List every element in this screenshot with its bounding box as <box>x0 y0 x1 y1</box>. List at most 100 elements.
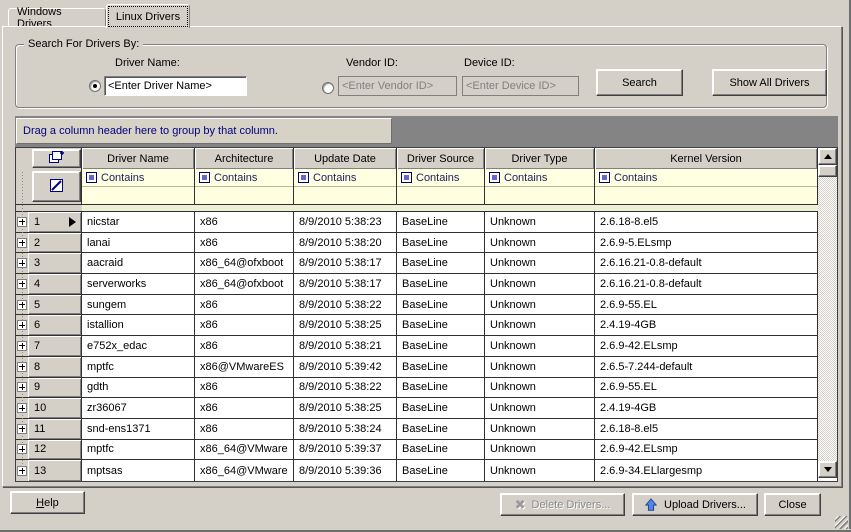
cell-driver-type[interactable]: Unknown <box>485 440 595 460</box>
search-button[interactable]: Search <box>596 69 683 96</box>
filter-input-update-date[interactable] <box>294 187 396 204</box>
column-header-kernel-version[interactable]: Kernel Version <box>595 148 818 169</box>
cell-kernel-version[interactable]: 2.6.16.21-0.8-default <box>595 253 818 273</box>
plus-box-icon[interactable] <box>17 238 27 248</box>
row-header[interactable]: 4 <box>28 274 82 294</box>
upload-drivers-button[interactable]: Upload Drivers... <box>632 493 758 516</box>
table-row[interactable]: 12mptfcx86_64@VMware8/9/2010 5:39:37Base… <box>16 440 837 461</box>
cell-driver-source[interactable]: BaseLine <box>397 336 485 356</box>
filter-condition-kernel-version[interactable]: Contains <box>595 169 817 187</box>
cell-driver-type[interactable]: Unknown <box>485 274 595 294</box>
filter-input-driver-source[interactable] <box>397 187 484 204</box>
cell-architecture[interactable]: x86_64@VMware <box>195 460 294 481</box>
cell-kernel-version[interactable]: 2.6.9-34.ELlargesmp <box>595 460 818 481</box>
cell-update-date[interactable]: 8/9/2010 5:38:20 <box>294 233 397 253</box>
filter-condition-update-date[interactable]: Contains <box>294 169 396 187</box>
cell-architecture[interactable]: x86_64@ofxboot <box>195 274 294 294</box>
cell-update-date[interactable]: 8/9/2010 5:38:23 <box>294 212 397 232</box>
table-row[interactable]: 3aacraidx86_64@ofxboot8/9/2010 5:38:17Ba… <box>16 253 837 274</box>
cell-update-date[interactable]: 8/9/2010 5:38:25 <box>294 398 397 418</box>
cell-driver-name[interactable]: mptfc <box>82 357 195 377</box>
cell-driver-source[interactable]: BaseLine <box>397 378 485 398</box>
plus-box-icon[interactable] <box>17 362 27 372</box>
filter-condition-square-icon[interactable] <box>401 172 412 183</box>
plus-box-icon[interactable] <box>17 444 27 454</box>
cell-driver-name[interactable]: zr36067 <box>82 398 195 418</box>
cell-driver-name[interactable]: serverworks <box>82 274 195 294</box>
cell-update-date[interactable]: 8/9/2010 5:38:22 <box>294 295 397 315</box>
filter-condition-driver-source[interactable]: Contains <box>397 169 484 187</box>
table-row[interactable]: 10zr36067x868/9/2010 5:38:25BaseLineUnkn… <box>16 398 837 419</box>
cell-kernel-version[interactable]: 2.4.19-4GB <box>595 398 818 418</box>
table-row[interactable]: 4serverworksx86_64@ofxboot8/9/2010 5:38:… <box>16 274 837 295</box>
row-header[interactable]: 6 <box>28 315 82 335</box>
cell-architecture[interactable]: x86 <box>195 315 294 335</box>
cell-architecture[interactable]: x86 <box>195 419 294 439</box>
row-header[interactable]: 1 <box>28 212 82 232</box>
cell-kernel-version[interactable]: 2.6.9-42.ELsmp <box>595 440 818 460</box>
cell-update-date[interactable]: 8/9/2010 5:39:37 <box>294 440 397 460</box>
resize-grip[interactable] <box>835 516 848 529</box>
cell-architecture[interactable]: x86 <box>195 336 294 356</box>
vertical-scrollbar[interactable] <box>818 148 837 478</box>
cell-update-date[interactable]: 8/9/2010 5:39:36 <box>294 460 397 481</box>
cell-update-date[interactable]: 8/9/2010 5:39:42 <box>294 357 397 377</box>
table-row[interactable]: 9gdthx868/9/2010 5:38:22BaseLineUnknown2… <box>16 378 837 399</box>
cell-architecture[interactable]: x86 <box>195 295 294 315</box>
cell-driver-name[interactable]: sungem <box>82 295 195 315</box>
cell-architecture[interactable]: x86@VMwareES <box>195 357 294 377</box>
cell-kernel-version[interactable]: 2.6.9-42.ELsmp <box>595 336 818 356</box>
filter-edit-button[interactable] <box>32 171 81 202</box>
cell-kernel-version[interactable]: 2.6.9-5.ELsmp <box>595 233 818 253</box>
plus-box-icon[interactable] <box>17 341 27 351</box>
plus-box-icon[interactable] <box>17 320 27 330</box>
cell-driver-source[interactable]: BaseLine <box>397 419 485 439</box>
cell-kernel-version[interactable]: 2.6.18-8.el5 <box>595 419 818 439</box>
table-row[interactable]: 5sungemx868/9/2010 5:38:22BaseLineUnknow… <box>16 295 837 316</box>
plus-box-icon[interactable] <box>17 424 27 434</box>
plus-box-icon[interactable] <box>17 279 27 289</box>
filter-condition-square-icon[interactable] <box>86 172 97 183</box>
plus-box-icon[interactable] <box>17 403 27 413</box>
cell-kernel-version[interactable]: 2.6.16.21-0.8-default <box>595 274 818 294</box>
help-button[interactable]: Help <box>10 491 85 514</box>
plus-box-icon[interactable] <box>17 258 27 268</box>
table-row[interactable]: 7e752x_edacx868/9/2010 5:38:21BaseLineUn… <box>16 336 837 357</box>
plus-box-icon[interactable] <box>17 300 27 310</box>
cell-driver-name[interactable]: snd-ens1371 <box>82 419 195 439</box>
row-header[interactable]: 11 <box>28 419 82 439</box>
cell-driver-type[interactable]: Unknown <box>485 315 595 335</box>
cell-architecture[interactable]: x86 <box>195 233 294 253</box>
filter-input-architecture[interactable] <box>195 187 293 204</box>
cell-architecture[interactable]: x86_64@ofxboot <box>195 253 294 273</box>
cell-driver-source[interactable]: BaseLine <box>397 357 485 377</box>
scrollbar-thumb[interactable] <box>818 165 837 177</box>
filter-input-kernel-version[interactable] <box>595 187 817 204</box>
cell-driver-source[interactable]: BaseLine <box>397 440 485 460</box>
cell-driver-source[interactable]: BaseLine <box>397 315 485 335</box>
cell-driver-type[interactable]: Unknown <box>485 336 595 356</box>
column-header-driver-source[interactable]: Driver Source <box>397 148 485 169</box>
filter-condition-driver-type[interactable]: Contains <box>485 169 594 187</box>
table-row[interactable]: 2lanaix868/9/2010 5:38:20BaseLineUnknown… <box>16 233 837 254</box>
cell-driver-source[interactable]: BaseLine <box>397 295 485 315</box>
cell-driver-name[interactable]: istallion <box>82 315 195 335</box>
plus-box-icon[interactable] <box>17 466 27 476</box>
driver-name-input[interactable] <box>104 76 247 96</box>
cell-driver-source[interactable]: BaseLine <box>397 398 485 418</box>
row-header[interactable]: 12 <box>28 440 82 460</box>
scroll-up-button[interactable] <box>818 148 837 165</box>
scroll-down-button[interactable] <box>818 461 837 478</box>
filter-input-driver-type[interactable] <box>485 187 594 204</box>
cell-driver-type[interactable]: Unknown <box>485 212 595 232</box>
cell-architecture[interactable]: x86 <box>195 378 294 398</box>
cell-architecture[interactable]: x86 <box>195 212 294 232</box>
cell-driver-type[interactable]: Unknown <box>485 253 595 273</box>
cell-driver-type[interactable]: Unknown <box>485 419 595 439</box>
cell-driver-name[interactable]: lanai <box>82 233 195 253</box>
cell-architecture[interactable]: x86 <box>195 398 294 418</box>
row-header[interactable]: 13 <box>28 460 82 481</box>
cell-update-date[interactable]: 8/9/2010 5:38:17 <box>294 253 397 273</box>
filter-input-driver-name[interactable] <box>82 187 194 204</box>
column-header-driver-name[interactable]: Driver Name <box>82 148 195 169</box>
